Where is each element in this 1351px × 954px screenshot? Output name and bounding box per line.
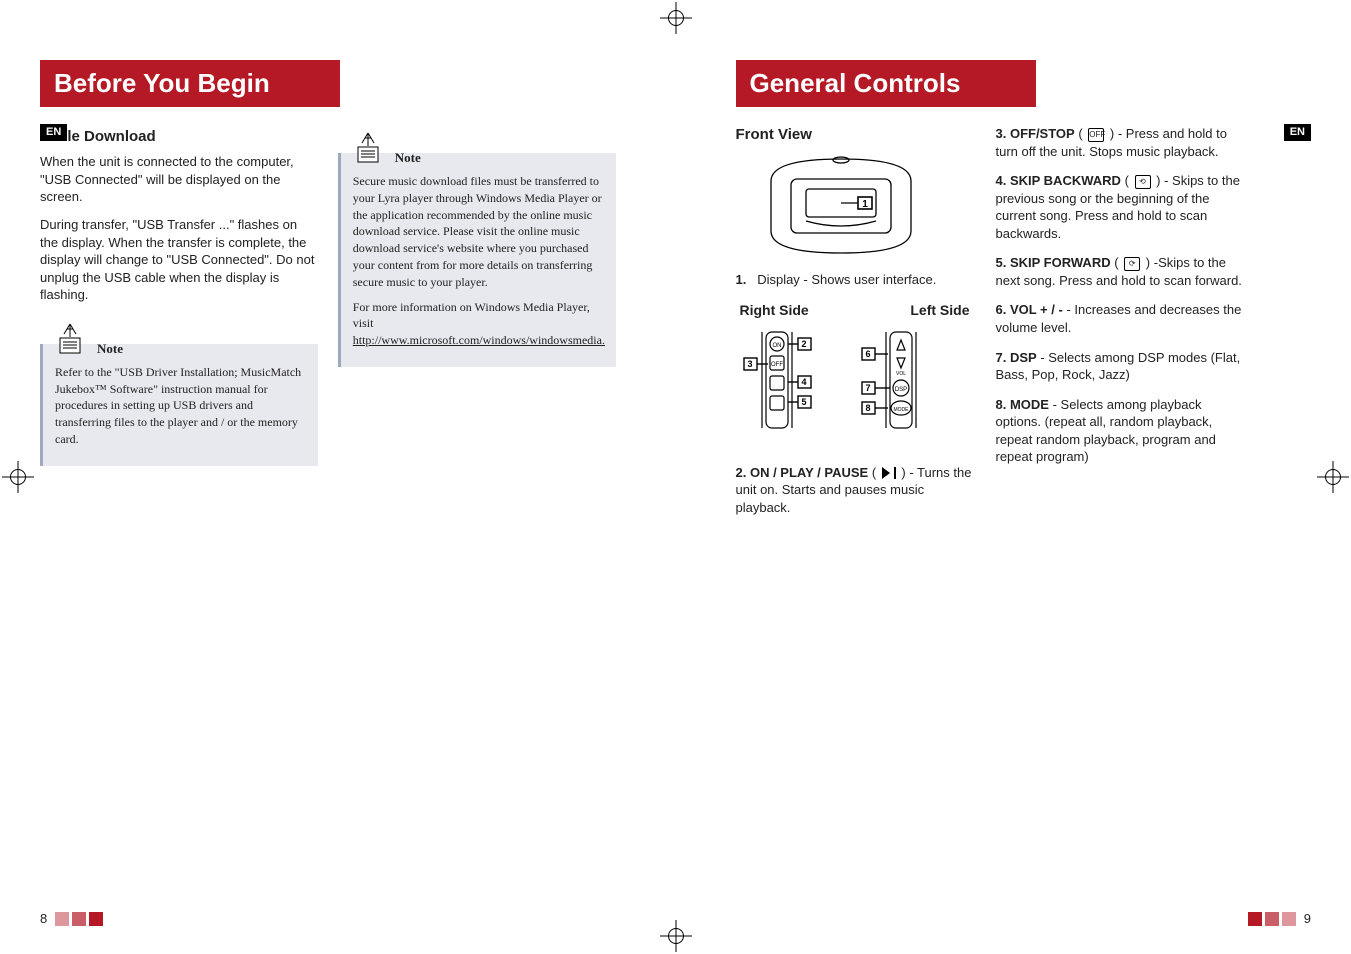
note-box-usb: Note Refer to the "USB Driver Installati… — [40, 344, 318, 466]
svg-text:8: 8 — [865, 403, 870, 413]
right-side-heading: Right Side — [740, 301, 809, 320]
note-label-2: Note — [395, 149, 421, 167]
svg-text:2: 2 — [801, 339, 806, 349]
control-2: 2. ON / PLAY / PAUSE ( ) - Turns the uni… — [736, 464, 976, 517]
svg-text:DSP: DSP — [894, 387, 906, 393]
control-7: 7. DSP - Selects among DSP modes (Flat, … — [996, 349, 1246, 384]
svg-text:VOL: VOL — [895, 371, 905, 377]
footer-stripe-icon — [1248, 912, 1296, 926]
lang-tag-left: EN — [40, 124, 67, 141]
note-icon — [49, 322, 91, 358]
svg-text:MODE: MODE — [893, 407, 909, 413]
note-icon — [347, 131, 389, 167]
page-number-right: 9 — [1248, 910, 1311, 928]
svg-text:OFF: OFF — [771, 362, 783, 368]
control-3: 3. OFF/STOP ( OFF ) - Press and hold to … — [996, 125, 1246, 160]
svg-text:3: 3 — [747, 359, 752, 369]
note1-text: Refer to the "USB Driver Installation; M… — [55, 364, 308, 448]
file-download-p1: When the unit is connected to the comput… — [40, 153, 318, 206]
left-col-1: File Download When the unit is connected… — [40, 125, 318, 466]
control-8: 8. MODE - Selects among playback options… — [996, 396, 1246, 466]
svg-text:ON: ON — [772, 343, 781, 349]
note2-p2: For more information on Windows Media Pl… — [353, 299, 606, 349]
left-page: Before You Begin EN File Download When t… — [0, 0, 676, 954]
svg-text:1: 1 — [862, 199, 868, 210]
skip-fwd-icon: ⟳ — [1124, 257, 1140, 271]
wmp-link: http://www.microsoft.com/windows/windows… — [353, 333, 605, 347]
control-6: 6. VOL + / - - Increases and decreases t… — [996, 301, 1246, 336]
play-pause-icon — [882, 467, 896, 479]
note2-p1: Secure music download files must be tran… — [353, 173, 606, 291]
off-icon: OFF — [1088, 128, 1104, 142]
lang-tag-right: EN — [1284, 124, 1311, 141]
note-box-secure: Note Secure music download files must be… — [338, 153, 616, 367]
right-page: General Controls EN Front View 1 — [676, 0, 1351, 954]
svg-text:7: 7 — [865, 383, 870, 393]
control-1: 1. Display - Shows user interface. — [736, 271, 976, 289]
front-view-heading: Front View — [736, 125, 976, 145]
page-title-right: General Controls — [736, 60, 1036, 107]
front-view-diagram: 1 — [756, 151, 926, 261]
svg-text:6: 6 — [865, 349, 870, 359]
control-5: 5. SKIP FORWARD ( ⟳ ) -Skips to the next… — [996, 254, 1246, 289]
right-col-2: 3. OFF/STOP ( OFF ) - Press and hold to … — [996, 125, 1246, 528]
left-side-diagram: VOL DSP MODE 6 7 8 — [850, 326, 940, 436]
footer-stripe-icon — [55, 912, 103, 926]
right-side-diagram: ON OFF 2 3 4 5 — [742, 326, 832, 436]
left-side-heading: Left Side — [910, 301, 969, 320]
svg-text:5: 5 — [801, 397, 806, 407]
file-download-heading: File Download — [54, 127, 318, 147]
page-number-left: 8 — [40, 910, 103, 928]
page-title-left: Before You Begin — [40, 60, 340, 107]
file-download-p2: During transfer, "USB Transfer ..." flas… — [40, 216, 318, 304]
right-col-1: Front View 1 1. Display — [736, 125, 976, 528]
left-col-2: Note Secure music download files must be… — [338, 125, 616, 466]
skip-back-icon: ⟲ — [1135, 175, 1151, 189]
svg-text:4: 4 — [801, 377, 806, 387]
note-label-1: Note — [97, 340, 123, 358]
control-4: 4. SKIP BACKWARD ( ⟲ ) - Skips to the pr… — [996, 172, 1246, 242]
